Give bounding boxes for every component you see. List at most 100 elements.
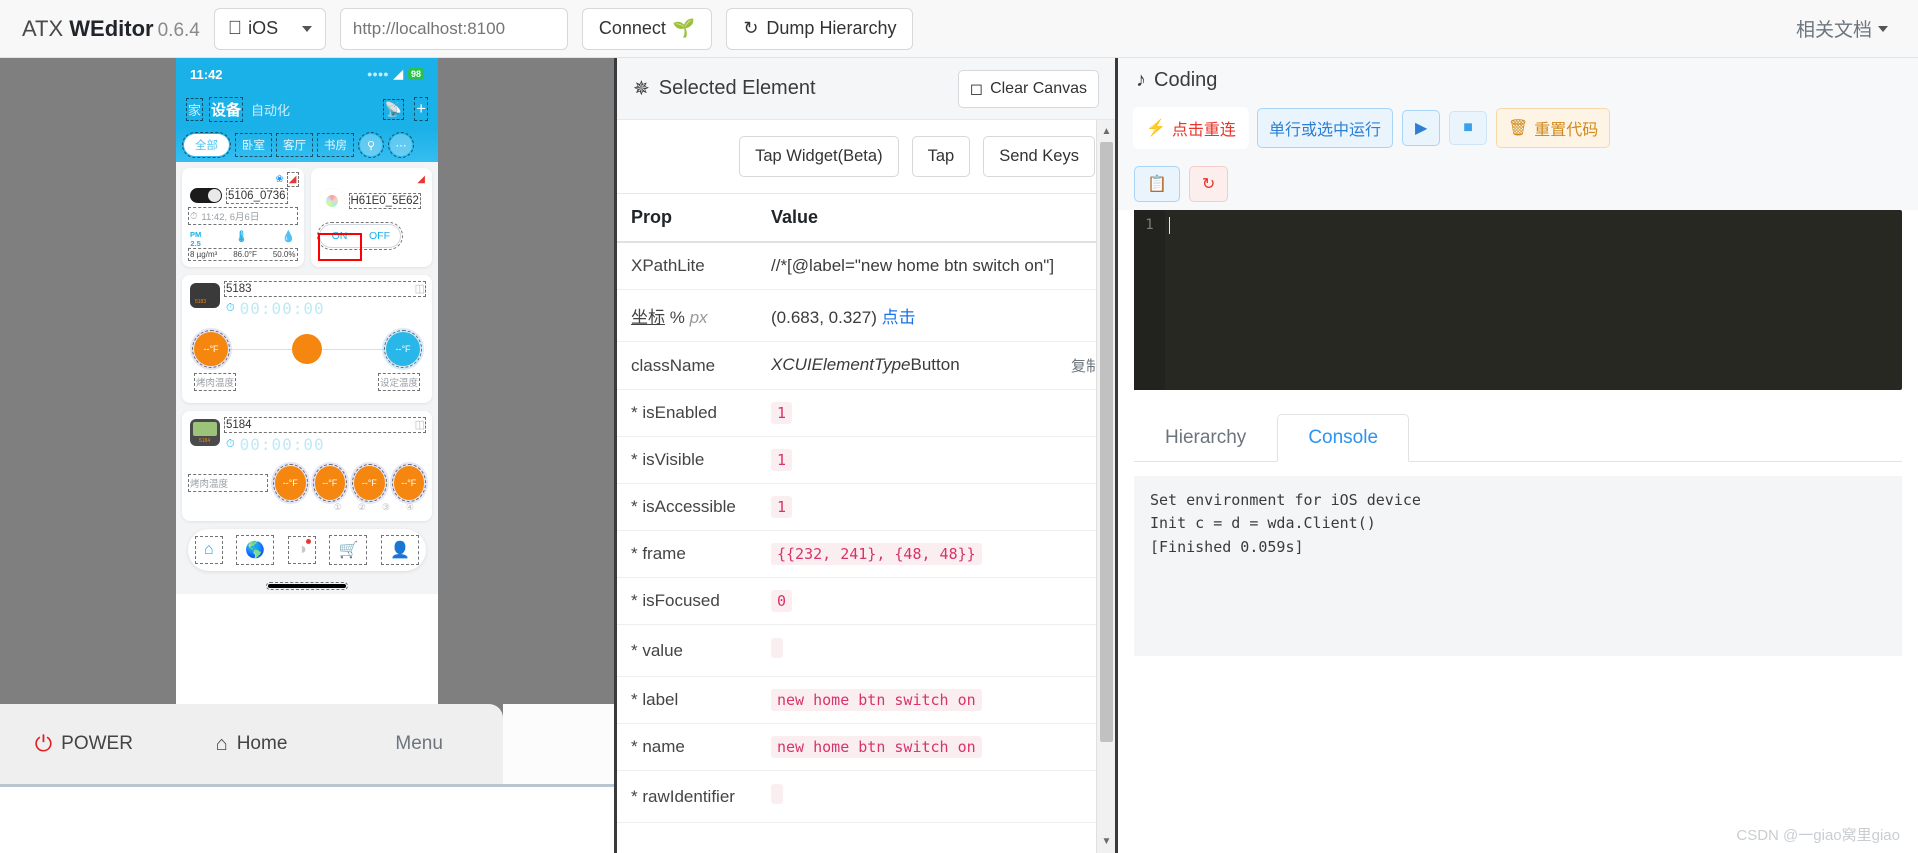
prop-isaccessible: * isAccessible bbox=[617, 483, 757, 531]
card3-left-label: 烤肉温度 bbox=[193, 373, 237, 391]
value-xpathlite[interactable]: //*[@label="new home btn switch on"] bbox=[757, 242, 1115, 290]
card2-off-button[interactable]: OFF bbox=[360, 225, 400, 247]
device-card-5106[interactable]: ❀ ◢ 5106_0736 ⏱ 11:42, 6月6日 PM 2.5 🌡 💧 8… bbox=[182, 168, 304, 267]
coding-title: Coding bbox=[1154, 68, 1218, 91]
chip-study[interactable]: 书房 bbox=[317, 133, 354, 157]
apple-icon:  bbox=[228, 18, 242, 40]
value-coordinates: (0.683, 0.327) 点击 bbox=[757, 289, 1115, 342]
editor-textarea[interactable] bbox=[1165, 210, 1902, 390]
platform-select[interactable]:  iOS bbox=[213, 7, 326, 50]
isvisible-code: 1 bbox=[771, 449, 793, 471]
stop-icon[interactable]: ■ bbox=[1449, 111, 1487, 145]
prop-xpathlite: XPathLite bbox=[617, 242, 757, 290]
prop-isvisible: * isVisible bbox=[617, 436, 757, 484]
card4-probe-2[interactable]: --°F bbox=[312, 464, 347, 502]
square-icon: ◻ bbox=[969, 80, 984, 98]
connect-label: Connect bbox=[598, 18, 666, 38]
device-url-input[interactable] bbox=[339, 7, 568, 50]
tab-hierarchy[interactable]: Hierarchy bbox=[1134, 414, 1277, 462]
classname-rest: Button bbox=[910, 355, 960, 374]
panel-scrollbar[interactable]: ▲ ▼ bbox=[1096, 120, 1115, 853]
card4-probe-3[interactable]: --°F bbox=[352, 464, 387, 502]
compass-icon[interactable]: ◑ bbox=[288, 536, 316, 564]
value-frame: {{232, 241}, {48, 48}} bbox=[757, 530, 1115, 578]
chevron-down-icon bbox=[1878, 25, 1888, 32]
pm25-value: 8 µg/m³ bbox=[190, 250, 218, 259]
top-toolbar: ATX WEditor0.6.4  iOS Connect 🌱 ↻ Dump … bbox=[0, 0, 1918, 58]
router-icon[interactable]: 📡 bbox=[382, 98, 405, 120]
phone-tab-device[interactable]: 设备 bbox=[209, 96, 244, 122]
selected-element-header: ✵ Selected Element ◻ Clear Canvas bbox=[617, 58, 1115, 120]
plus-icon[interactable]: + bbox=[414, 97, 428, 121]
chip-bedroom[interactable]: 卧室 bbox=[235, 133, 272, 157]
device-card-5183[interactable]: ◫ 5183 5183 ⏱ 00:00:00 --°F --°F 烤肉温度 设定… bbox=[182, 275, 432, 403]
card1-sensor-labels: PM 2.5 🌡 💧 bbox=[190, 230, 296, 248]
ellipsis-icon[interactable]: ⋯ bbox=[388, 132, 414, 158]
power-button[interactable]: ⏻ POWER bbox=[0, 731, 168, 757]
coord-percent: % bbox=[669, 308, 685, 327]
phone-status-bar: 11:42 ●●●● ◢ 98 bbox=[176, 58, 438, 90]
value-code bbox=[771, 638, 783, 658]
home-icon: ⌂ bbox=[215, 732, 228, 755]
tap-button[interactable]: Tap bbox=[911, 136, 971, 177]
timer-icon: ⏱ bbox=[226, 302, 235, 314]
phone-tab-home[interactable]: 家 bbox=[185, 97, 204, 121]
chip-all[interactable]: 全部 bbox=[182, 132, 231, 158]
app-title: ATX WEditor 0.6.4 bbox=[22, 16, 200, 42]
clear-canvas-button[interactable]: ◻ Clear Canvas bbox=[957, 69, 1099, 108]
dump-hierarchy-button[interactable]: ↻ Dump Hierarchy bbox=[726, 7, 914, 50]
scroll-down-arrow[interactable]: ▼ bbox=[1097, 832, 1116, 851]
run-selection-button[interactable]: 单行或选中运行 bbox=[1256, 108, 1393, 148]
cart-icon[interactable]: 🛒 bbox=[329, 535, 368, 565]
name-code: new home btn switch on bbox=[771, 736, 982, 758]
connect-button[interactable]: Connect 🌱 bbox=[581, 7, 713, 50]
search-icon[interactable]: ⚲ bbox=[358, 132, 384, 158]
card4-top: 5184 5184 ⏱ 00:00:00 bbox=[190, 417, 426, 454]
bluetooth-icon: ❀ bbox=[275, 174, 284, 185]
prop-value: * value bbox=[617, 624, 757, 677]
home-icon[interactable]: ⌂ bbox=[194, 536, 223, 564]
card3-target-temp[interactable]: --°F bbox=[384, 330, 422, 368]
docs-dropdown[interactable]: 相关文档 bbox=[1796, 15, 1888, 42]
device-card-h61e0[interactable]: ◢ H61E0_5E62 ON OFF bbox=[310, 168, 432, 267]
humidity-icon: 💧 bbox=[281, 231, 296, 243]
tap-widget-button[interactable]: Tap Widget(Beta) bbox=[739, 136, 899, 177]
phone-tab-automation[interactable]: 自动化 bbox=[251, 100, 290, 119]
tab-console[interactable]: Console bbox=[1277, 414, 1410, 462]
menu-button[interactable]: Menu bbox=[335, 733, 503, 755]
scroll-up-arrow[interactable]: ▲ bbox=[1097, 122, 1116, 141]
coord-value: (0.683, 0.327) bbox=[771, 308, 877, 327]
prop-frame: * frame bbox=[617, 530, 757, 578]
scrollbar-thumb[interactable] bbox=[1100, 142, 1113, 742]
reset-code-button[interactable]: 🗑 重置代码 bbox=[1495, 108, 1611, 148]
table-row: * isEnabled 1 bbox=[617, 389, 1115, 437]
coord-tap-link[interactable]: 点击 bbox=[882, 308, 916, 327]
globe-icon[interactable]: 🌎 bbox=[236, 535, 275, 565]
card4-probe-4[interactable]: --°F bbox=[391, 464, 426, 502]
card4-probe-1[interactable]: --°F bbox=[273, 464, 308, 502]
card3-meat-temp[interactable]: --°F bbox=[192, 330, 230, 368]
text-caret bbox=[1169, 217, 1170, 234]
send-keys-button[interactable]: Send Keys bbox=[983, 136, 1095, 177]
element-actions: Tap Widget(Beta) Tap Send Keys bbox=[617, 120, 1115, 193]
pm25-label: PM 2.5 bbox=[190, 230, 202, 248]
home-button[interactable]: ⌂ Home bbox=[168, 733, 336, 756]
code-editor[interactable]: 1 bbox=[1134, 210, 1902, 390]
hardware-button-bar: ⏻ POWER ⌂ Home Menu bbox=[0, 704, 503, 784]
table-row: * isAccessible 1 bbox=[617, 483, 1115, 531]
reconnect-button[interactable]: ⚡ 点击重连 bbox=[1134, 108, 1248, 148]
console-line-1: Set environment for iOS device bbox=[1150, 491, 1421, 509]
chip-livingroom[interactable]: 客厅 bbox=[276, 133, 313, 157]
card1-time-text: 11:42, 6月6日 bbox=[201, 212, 260, 223]
play-icon[interactable]: ▶ bbox=[1401, 110, 1441, 146]
device-screen[interactable]: 11:42 ●●●● ◢ 98 家 设备 自动化 📡 + 全部 卧室 客厅 书房… bbox=[176, 58, 438, 704]
target-icon: ✵ bbox=[633, 78, 650, 100]
app-name-prefix: ATX bbox=[22, 15, 70, 41]
card2-status-icons: ◢ bbox=[417, 174, 425, 185]
person-icon[interactable]: 👤 bbox=[381, 535, 420, 565]
copy-icon[interactable]: 📋 bbox=[1134, 166, 1180, 202]
watermark: CSDN @一giao窝里giao bbox=[1736, 827, 1900, 844]
refresh-cw-icon[interactable]: ↻ bbox=[1188, 166, 1229, 202]
device-card-5184[interactable]: ◫ 5184 5184 ⏱ 00:00:00 烤肉温度 --°F --°F --… bbox=[182, 411, 432, 521]
rawidentifier-code bbox=[771, 784, 783, 804]
